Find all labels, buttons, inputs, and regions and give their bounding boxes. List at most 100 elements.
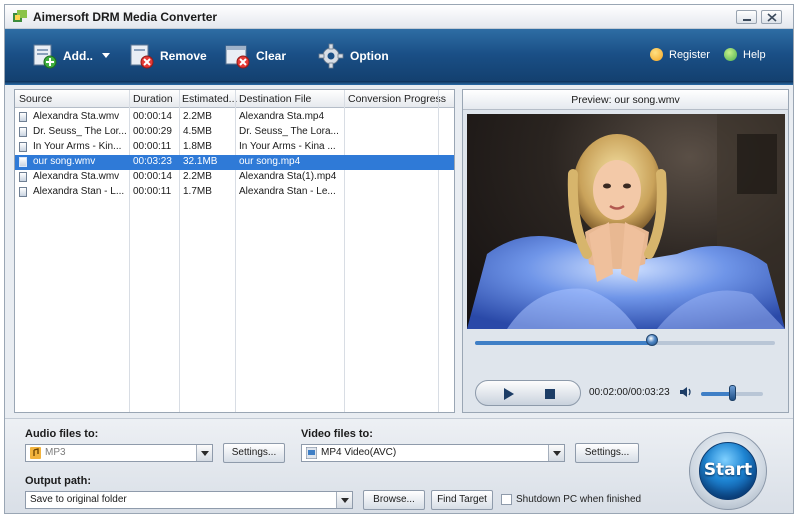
table-row[interactable]: In Your Arms - Kin... 00:00:11 1.8MB In You… bbox=[15, 140, 454, 155]
column-header-duration[interactable]: Duration bbox=[133, 93, 173, 105]
clear-button[interactable]: Clear bbox=[224, 41, 286, 71]
video-files-label: Video files to: bbox=[301, 428, 373, 440]
close-button[interactable] bbox=[761, 10, 782, 24]
audio-format-value: MP3 bbox=[45, 447, 66, 458]
window-title: Aimersoft DRM Media Converter bbox=[33, 10, 218, 24]
cell-destination: Alexandra Sta.mp4 bbox=[239, 111, 325, 122]
add-button-label: Add.. bbox=[63, 49, 93, 63]
file-list-table[interactable]: Source Duration Estimated... Destination… bbox=[14, 89, 455, 413]
table-row[interactable]: Alexandra Stan - L... 00:00:11 1.7MB Alexan… bbox=[15, 185, 454, 200]
cell-estimated: 4.5MB bbox=[183, 126, 212, 137]
chevron-down-icon[interactable] bbox=[548, 445, 564, 461]
volume-icon[interactable] bbox=[679, 385, 693, 399]
key-icon bbox=[650, 48, 663, 61]
cell-destination: Alexandra Sta(1).mp4 bbox=[239, 171, 337, 182]
output-path-label: Output path: bbox=[25, 475, 91, 487]
option-button-label: Option bbox=[350, 49, 389, 63]
cell-duration: 00:00:14 bbox=[133, 171, 172, 182]
music-note-icon bbox=[30, 447, 41, 459]
seek-handle[interactable] bbox=[646, 334, 658, 346]
column-header-source[interactable]: Source bbox=[19, 93, 52, 105]
video-settings-button[interactable]: Settings... bbox=[575, 443, 639, 463]
column-header-progress[interactable]: Conversion Progress bbox=[348, 93, 446, 105]
seek-bar[interactable] bbox=[475, 341, 775, 345]
cell-estimated: 2.2MB bbox=[183, 171, 212, 182]
table-row[interactable]: Alexandra Sta.wmv 00:00:14 2.2MB Alexandra … bbox=[15, 170, 454, 185]
video-file-icon bbox=[19, 187, 27, 197]
clear-list-icon bbox=[225, 45, 250, 69]
minimize-button[interactable] bbox=[736, 10, 757, 24]
gear-icon bbox=[318, 43, 344, 69]
cell-estimated: 1.7MB bbox=[183, 186, 212, 197]
cell-source: Alexandra Sta.wmv bbox=[33, 171, 120, 182]
table-row[interactable]: Dr. Seuss_ The Lor... 00:00:29 4.5MB Dr. Se… bbox=[15, 125, 454, 140]
remove-button[interactable]: Remove bbox=[128, 41, 207, 71]
play-button[interactable] bbox=[498, 384, 518, 404]
chevron-down-icon[interactable] bbox=[336, 492, 352, 508]
add-button[interactable]: Add.. bbox=[31, 41, 110, 71]
cell-source: Dr. Seuss_ The Lor... bbox=[33, 126, 127, 137]
shutdown-checkbox-label: Shutdown PC when finished bbox=[516, 494, 642, 505]
audio-settings-button[interactable]: Settings... bbox=[223, 443, 285, 463]
title-bar: Aimersoft DRM Media Converter bbox=[5, 5, 793, 29]
cell-duration: 00:00:11 bbox=[133, 186, 172, 197]
cell-source: In Your Arms - Kin... bbox=[33, 141, 122, 152]
cell-source: Alexandra Sta.wmv bbox=[33, 111, 120, 122]
table-row[interactable]: Alexandra Sta.wmv 00:00:14 2.2MB Alexandra … bbox=[15, 110, 454, 125]
preview-title: Preview: our song.wmv bbox=[463, 90, 788, 110]
video-frame-image bbox=[467, 114, 785, 329]
remove-file-icon bbox=[130, 44, 154, 69]
column-header-destination[interactable]: Destination File bbox=[239, 93, 311, 105]
help-icon bbox=[724, 48, 737, 61]
remove-button-label: Remove bbox=[160, 49, 207, 63]
video-file-icon bbox=[19, 142, 27, 152]
play-icon bbox=[504, 388, 514, 400]
cell-duration: 00:00:29 bbox=[133, 126, 172, 137]
cell-source: Alexandra Stan - L... bbox=[33, 186, 125, 197]
cell-destination: Dr. Seuss_ The Lora... bbox=[239, 126, 339, 137]
clear-button-label: Clear bbox=[256, 49, 287, 63]
browse-button[interactable]: Browse... bbox=[363, 490, 425, 510]
volume-handle[interactable] bbox=[729, 385, 736, 401]
volume-level bbox=[701, 392, 732, 396]
register-link[interactable]: Register bbox=[650, 48, 710, 61]
audio-format-select[interactable]: MP3 bbox=[25, 444, 213, 462]
start-button[interactable]: Start bbox=[689, 432, 767, 510]
cell-source: our song.wmv bbox=[33, 156, 96, 167]
chevron-down-icon[interactable] bbox=[102, 53, 110, 59]
column-header-estimated[interactable]: Estimated... bbox=[182, 93, 237, 105]
chevron-down-icon[interactable] bbox=[196, 445, 212, 461]
seek-bar-progress bbox=[475, 341, 652, 345]
output-path-value: Save to original folder bbox=[30, 494, 127, 505]
find-target-button[interactable]: Find Target bbox=[431, 490, 493, 510]
cell-destination: our song.mp4 bbox=[239, 156, 301, 167]
start-button-label: Start bbox=[703, 460, 753, 480]
cell-duration: 00:00:11 bbox=[133, 141, 172, 152]
cell-destination: Alexandra Stan - Le... bbox=[239, 186, 336, 197]
close-icon bbox=[767, 13, 777, 22]
output-settings-panel: Audio files to: MP3 Settings... Video fi… bbox=[5, 418, 793, 513]
shutdown-checkbox[interactable] bbox=[501, 494, 512, 505]
video-format-select[interactable]: MP4 Video(AVC) bbox=[301, 444, 565, 462]
app-window: Aimersoft DRM Media Converter Add.. Remo… bbox=[4, 4, 794, 514]
stop-icon bbox=[545, 389, 555, 399]
table-row[interactable]: our song.wmv 00:03:23 32.1MB our song.mp4 bbox=[15, 155, 454, 170]
video-frame[interactable] bbox=[467, 114, 785, 329]
main-toolbar: Add.. Remove Clear Option Register Help bbox=[5, 29, 793, 85]
app-logo-icon bbox=[13, 10, 27, 22]
output-path-select[interactable]: Save to original folder bbox=[25, 491, 353, 509]
cell-estimated: 32.1MB bbox=[183, 156, 218, 167]
add-files-icon bbox=[33, 44, 57, 69]
preview-panel: Preview: our song.wmv 00:02:00/00:03:23 bbox=[462, 89, 789, 413]
video-file-icon bbox=[19, 172, 27, 182]
help-label: Help bbox=[743, 48, 766, 61]
option-button[interactable]: Option bbox=[318, 41, 389, 71]
playback-controls bbox=[475, 380, 581, 406]
audio-files-label: Audio files to: bbox=[25, 428, 99, 440]
start-button-face: Start bbox=[699, 442, 757, 500]
cell-duration: 00:03:23 bbox=[133, 156, 172, 167]
stop-button[interactable] bbox=[540, 384, 560, 404]
cell-destination: In Your Arms - Kina ... bbox=[239, 141, 336, 152]
cell-duration: 00:00:14 bbox=[133, 111, 172, 122]
help-link[interactable]: Help bbox=[724, 48, 766, 61]
